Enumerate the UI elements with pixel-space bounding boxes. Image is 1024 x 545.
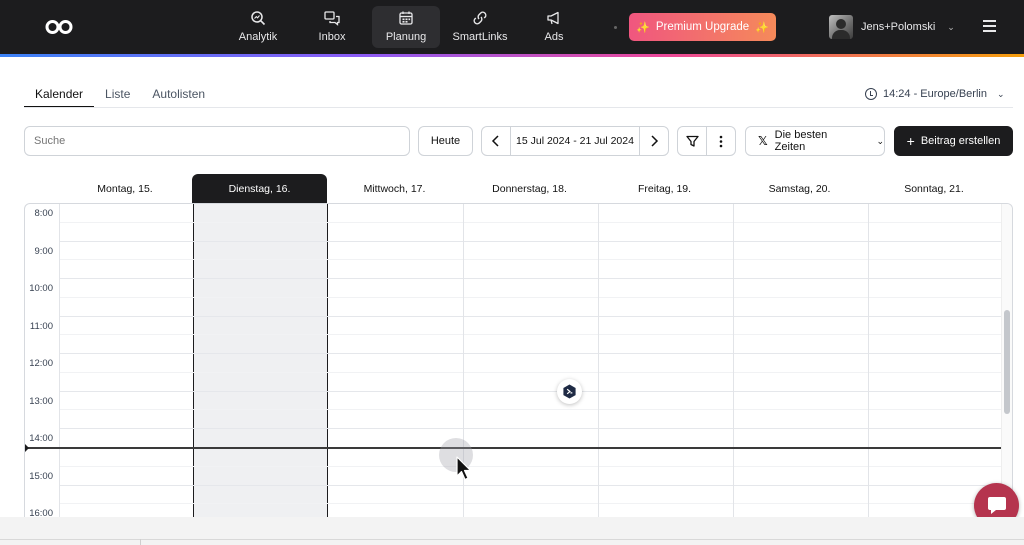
- search-input[interactable]: [24, 126, 410, 156]
- nav-item-smartlinks[interactable]: SmartLinks: [446, 6, 514, 48]
- inbox-chat-icon: [298, 10, 366, 30]
- nav-label: Planung: [385, 31, 427, 43]
- scrollbar-thumb[interactable]: [1004, 310, 1010, 414]
- clock-icon: [865, 88, 877, 100]
- premium-label: Premium Upgrade: [655, 21, 750, 33]
- top-navigation-bar: Analytik Inbox Planung SmartLinks Ads ✨ …: [0, 0, 1024, 54]
- chat-bubble-icon: [987, 496, 1006, 514]
- avatar: [829, 15, 853, 39]
- tabs-divider: [24, 107, 1013, 108]
- current-time-indicator: [25, 447, 1001, 449]
- menu-icon[interactable]: [983, 20, 996, 32]
- timezone-selector[interactable]: 14:24 - Europe/Berlin ⌄: [865, 88, 1005, 100]
- user-name: Jens+Polomski: [861, 21, 936, 33]
- day-header-friday[interactable]: Freitag, 19.: [597, 174, 732, 204]
- time-label: 8:00: [34, 208, 54, 219]
- x-logo-icon: 𝕏: [758, 134, 768, 148]
- current-time-marker-icon: [25, 444, 29, 452]
- filter-group: [677, 126, 736, 156]
- today-column[interactable]: [193, 204, 328, 517]
- time-label: 16:00: [29, 508, 53, 517]
- megaphone-icon: [520, 10, 588, 30]
- user-menu[interactable]: Jens+Polomski ⌄: [829, 15, 955, 39]
- vertical-scrollbar[interactable]: [1001, 204, 1012, 517]
- analytics-search-icon: [224, 10, 292, 30]
- filter-icon: [686, 135, 699, 147]
- nav-label: SmartLinks: [452, 31, 508, 43]
- sparkle-icon: ✨: [636, 21, 650, 34]
- next-week-button[interactable]: [639, 127, 668, 155]
- link-icon: [446, 10, 514, 30]
- create-post-button[interactable]: + Beitrag erstellen: [894, 126, 1013, 156]
- nav-item-ads[interactable]: Ads: [520, 6, 588, 48]
- sparkle-icon: ✨: [755, 21, 769, 34]
- chevron-left-icon: [491, 135, 499, 147]
- nav-label: Inbox: [318, 31, 346, 43]
- hexagon-logo-icon: [563, 384, 576, 399]
- tab-liste[interactable]: Liste: [94, 86, 141, 108]
- time-label: 15:00: [29, 471, 53, 482]
- brand-gradient-line: [0, 54, 1024, 57]
- date-range-navigator: 15 Jul 2024 - 21 Jul 2024: [481, 126, 669, 156]
- premium-upgrade-button[interactable]: ✨ Premium Upgrade ✨: [629, 13, 776, 41]
- nav-item-analytik[interactable]: Analytik: [224, 6, 292, 48]
- calendar-icon: [372, 10, 440, 30]
- day-header-monday[interactable]: Montag, 15.: [58, 174, 192, 204]
- plus-icon: +: [906, 133, 915, 149]
- time-label: 9:00: [34, 246, 54, 257]
- calendar-week-grid[interactable]: 8:00 9:00 10:00 11:00 12:00 13:00 14:00 …: [24, 203, 1013, 517]
- page-bottom-edge: [0, 517, 1024, 545]
- create-post-label: Beitrag erstellen: [920, 135, 1001, 147]
- today-button[interactable]: Heute: [418, 126, 473, 156]
- timezone-label: 14:24 - Europe/Berlin: [883, 88, 987, 100]
- day-header-wednesday[interactable]: Mittwoch, 17.: [327, 174, 462, 204]
- nav-item-planung[interactable]: Planung: [372, 6, 440, 48]
- time-label: 10:00: [29, 283, 53, 294]
- nav-label: Analytik: [238, 31, 278, 43]
- nav-label: Ads: [544, 31, 564, 43]
- best-times-dropdown[interactable]: 𝕏 Die besten Zeiten ⌄: [745, 126, 885, 156]
- chevron-right-icon: [651, 135, 659, 147]
- ai-assistant-button[interactable]: [557, 379, 582, 404]
- filter-button[interactable]: [678, 127, 706, 155]
- more-vertical-icon: [719, 135, 723, 147]
- previous-week-button[interactable]: [482, 127, 511, 155]
- tab-kalender[interactable]: Kalender: [24, 86, 95, 108]
- best-times-label: Die besten Zeiten: [774, 129, 828, 153]
- time-label: 11:00: [29, 321, 53, 332]
- day-header-tuesday[interactable]: Dienstag, 16.: [192, 174, 327, 204]
- time-label: 12:00: [29, 358, 53, 369]
- date-range-label[interactable]: 15 Jul 2024 - 21 Jul 2024: [511, 127, 639, 155]
- day-header-saturday[interactable]: Samstag, 20.: [732, 174, 867, 204]
- tab-autolisten[interactable]: Autolisten: [141, 86, 216, 108]
- more-options-button[interactable]: [706, 127, 735, 155]
- chevron-down-icon: ⌄: [876, 135, 884, 146]
- time-label: 13:00: [29, 396, 53, 407]
- app-logo-icon[interactable]: [44, 18, 74, 36]
- nav-item-inbox[interactable]: Inbox: [298, 6, 366, 48]
- day-header-thursday[interactable]: Donnerstag, 18.: [462, 174, 597, 204]
- chevron-down-icon: ⌄: [996, 88, 1005, 99]
- day-header-sunday[interactable]: Sonntag, 21.: [867, 174, 1001, 204]
- time-label: 14:00: [29, 433, 53, 444]
- separator-dot: [614, 26, 617, 29]
- view-tabs: Kalender Liste Autolisten: [24, 86, 216, 108]
- mouse-cursor-icon: [456, 456, 472, 481]
- chevron-down-icon: ⌄: [947, 21, 955, 32]
